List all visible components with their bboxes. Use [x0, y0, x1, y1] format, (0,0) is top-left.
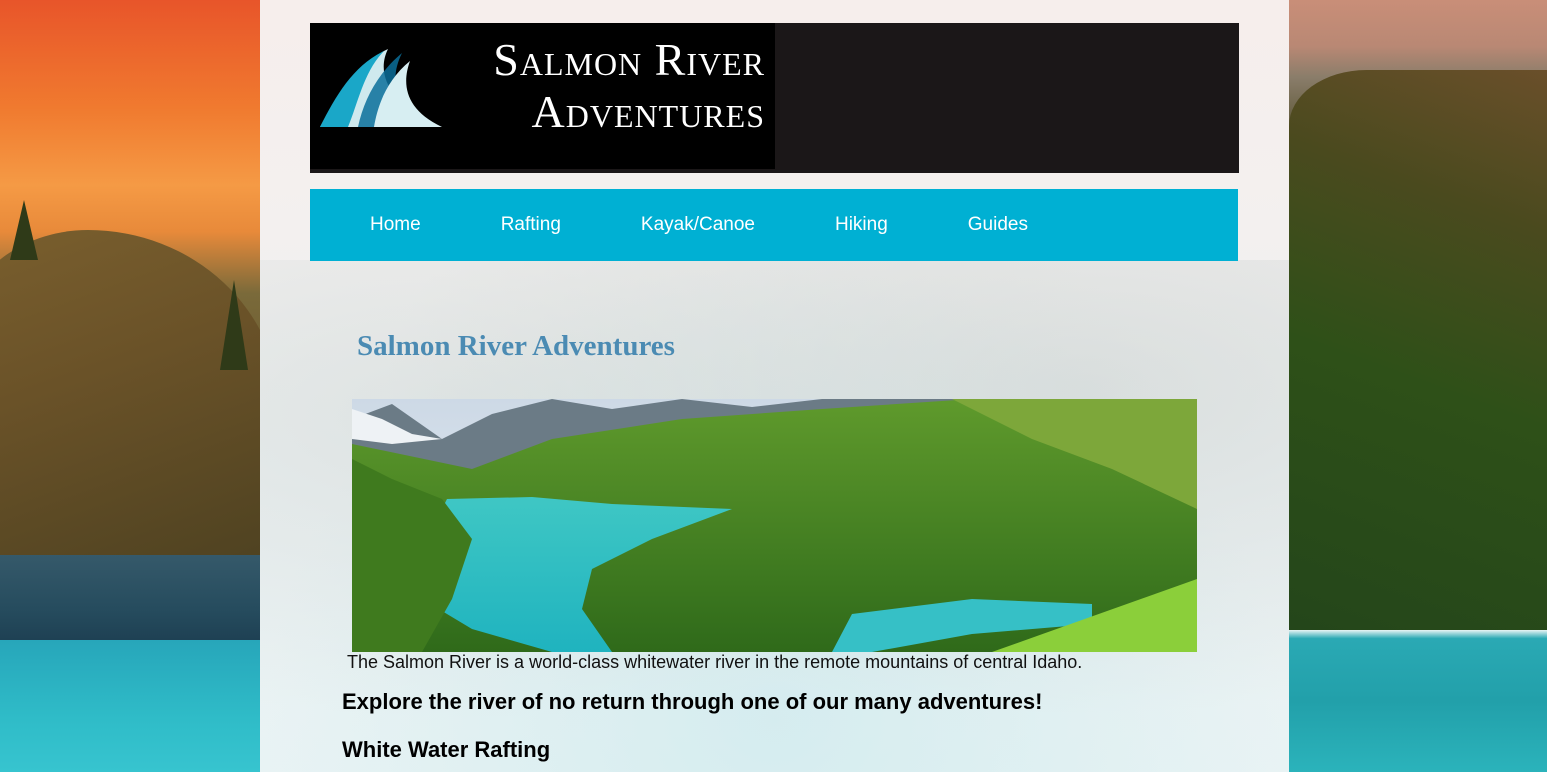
nav-item-hiking[interactable]: Hiking	[835, 214, 888, 236]
page-title: Salmon River Adventures	[357, 330, 675, 362]
section-heading-white-water-rafting: White Water Rafting	[342, 737, 551, 762]
hero-image	[352, 399, 1197, 652]
site-logo[interactable]: Salmon River Adventures	[310, 23, 775, 169]
nav-item-kayak-canoe[interactable]: Kayak/Canoe	[641, 214, 755, 236]
logo-wordmark: Salmon River Adventures	[420, 37, 765, 135]
background-scenery-left	[0, 0, 260, 772]
page-container: Salmon River Adventures Home Rafting Kay…	[260, 0, 1289, 772]
site-header: Salmon River Adventures	[310, 23, 1239, 173]
nav-item-rafting[interactable]: Rafting	[501, 214, 561, 236]
shoreline-rocks	[0, 555, 260, 645]
main-nav: Home Rafting Kayak/Canoe Hiking Guides	[310, 189, 1238, 261]
tree-icon	[220, 280, 248, 370]
tree-icon	[10, 200, 38, 260]
logo-line-1: Salmon River	[493, 34, 765, 85]
mountain-lake-image-icon	[352, 399, 1197, 652]
background-scenery-right	[1289, 0, 1547, 772]
forested-slope	[1289, 70, 1547, 630]
nav-item-home[interactable]: Home	[370, 214, 421, 236]
logo-line-2: Adventures	[531, 86, 765, 137]
river-water	[0, 640, 260, 772]
nav-item-guides[interactable]: Guides	[968, 214, 1028, 236]
river-water	[1289, 630, 1547, 772]
hero-caption: The Salmon River is a world-class whitew…	[347, 652, 1083, 672]
tagline-heading: Explore the river of no return through o…	[342, 689, 1043, 714]
